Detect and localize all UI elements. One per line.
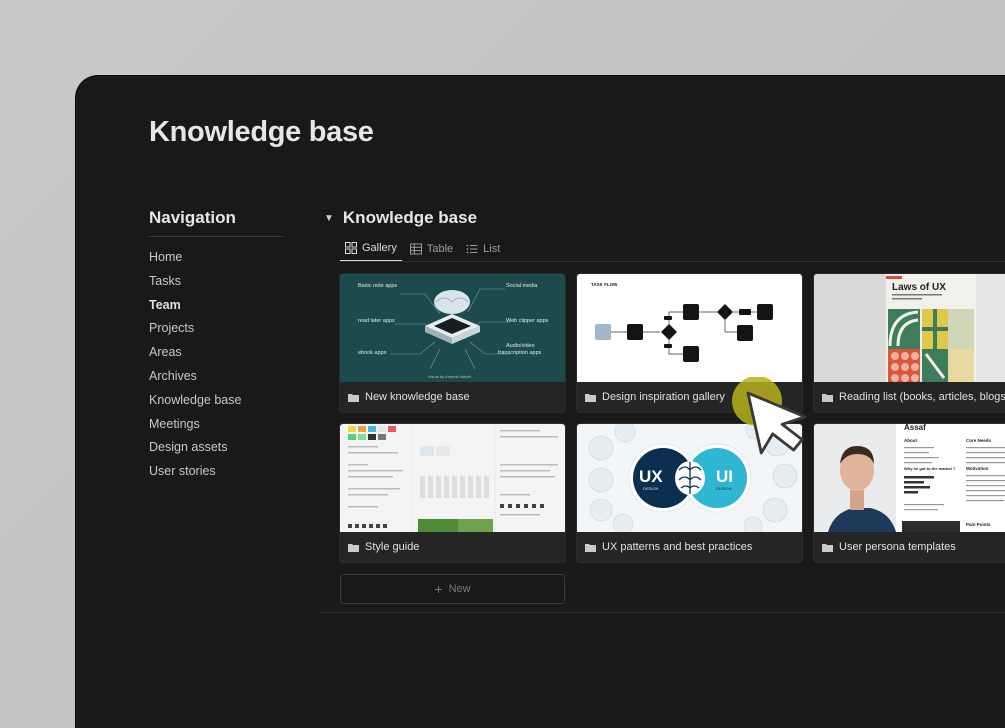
- gallery-card-new-knowledge-base[interactable]: Basic note apps Social media read later …: [340, 274, 565, 412]
- plus-icon: +: [434, 581, 443, 597]
- persona-name: Assaf: [904, 424, 926, 432]
- table-icon: [409, 243, 422, 255]
- card-thumbnail: UX DESIGN UI DESIGN: [577, 424, 802, 532]
- nav-item-tasks[interactable]: Tasks: [149, 270, 241, 294]
- card-title: User persona templates: [839, 541, 956, 553]
- nav-item-home[interactable]: Home: [149, 246, 241, 270]
- new-entry-button[interactable]: + New: [340, 574, 565, 604]
- card-title: UX patterns and best practices: [602, 541, 753, 553]
- card-title: New knowledge base: [365, 391, 470, 403]
- card-thumbnail: [340, 424, 565, 532]
- gallery-card-style-guide[interactable]: Style guide: [340, 424, 565, 562]
- navigation-divider: [149, 236, 284, 237]
- persona-about: About: [904, 438, 917, 443]
- nav-item-meetings[interactable]: Meetings: [149, 413, 241, 437]
- tab-gallery[interactable]: Gallery: [340, 236, 402, 262]
- thumb-label: Audio/video: [506, 343, 535, 349]
- thumb-label: read later apps: [358, 318, 395, 324]
- thumb-label: Basic note apps: [358, 283, 397, 289]
- ui-sublabel: DESIGN: [716, 486, 731, 491]
- tab-table[interactable]: Table: [405, 236, 458, 262]
- folder-icon: [348, 393, 359, 402]
- database-title[interactable]: Knowledge base: [343, 208, 477, 228]
- tab-gallery-label: Gallery: [362, 242, 397, 254]
- nav-item-team[interactable]: Team: [149, 294, 241, 318]
- persona-pain-points: Pain Points: [966, 522, 991, 527]
- card-thumbnail: Assaf About Core Needs Why he got to the…: [814, 424, 1005, 532]
- folder-icon: [585, 543, 596, 552]
- card-thumbnail: Basic note apps Social media read later …: [340, 274, 565, 382]
- thumb-label: transcription apps: [498, 350, 542, 356]
- book-title: Laws of UX: [892, 282, 946, 293]
- thumb-label: Social media: [506, 283, 538, 289]
- card-title: Reading list (books, articles, blogs): [839, 391, 1005, 403]
- navigation-heading: Navigation: [149, 208, 236, 227]
- nav-item-areas[interactable]: Areas: [149, 341, 241, 365]
- nav-item-design-assets[interactable]: Design assets: [149, 436, 241, 460]
- app-window: Knowledge base Navigation Home Tasks Tea…: [76, 76, 1005, 728]
- collapse-toggle-icon[interactable]: ▼: [324, 213, 334, 224]
- persona-core-needs: Core Needs: [966, 438, 992, 443]
- ux-sublabel: DESIGN: [643, 486, 658, 491]
- thumb-credit: Visual by Andrea Valtorti: [428, 374, 471, 379]
- ux-label: UX: [639, 467, 663, 486]
- nav-item-user-stories[interactable]: User stories: [149, 460, 241, 484]
- tabs-divider: [340, 261, 1005, 262]
- gallery-card-user-persona-templates[interactable]: Assaf About Core Needs Why he got to the…: [814, 424, 1005, 562]
- nav-item-projects[interactable]: Projects: [149, 317, 241, 341]
- tab-list-label: List: [483, 243, 501, 255]
- database-header: ▼ Knowledge base: [324, 208, 477, 228]
- view-tabs: Gallery Table List: [340, 236, 508, 262]
- persona-motivation: Motivation: [966, 466, 989, 471]
- page-title: Knowledge base: [149, 116, 374, 148]
- gallery-icon: [345, 242, 357, 254]
- card-thumbnail: Laws of UX: [814, 274, 1005, 382]
- database-bottom-divider: [320, 612, 1005, 613]
- nav-item-archives[interactable]: Archives: [149, 365, 241, 389]
- navigation-list: Home Tasks Team Projects Areas Archives …: [149, 246, 241, 484]
- list-icon: [466, 244, 478, 254]
- new-entry-label: New: [448, 583, 471, 595]
- folder-icon: [822, 543, 833, 552]
- thumb-label: ebook apps: [358, 350, 387, 356]
- folder-icon: [585, 393, 596, 402]
- thumb-label: Web clipper apps: [506, 318, 549, 324]
- card-thumbnail: TASK FLOW: [577, 274, 802, 382]
- gallery-card-ux-patterns[interactable]: UX DESIGN UI DESIGN UX patterns and best…: [577, 424, 802, 562]
- card-title: Design inspiration gallery: [602, 391, 725, 403]
- ui-label: UI: [716, 467, 733, 486]
- tab-table-label: Table: [426, 243, 454, 255]
- card-title: Style guide: [365, 541, 420, 553]
- nav-item-knowledge-base[interactable]: Knowledge base: [149, 389, 241, 413]
- thumb-heading: TASK FLOW: [591, 282, 618, 287]
- gallery-card-design-inspiration-gallery[interactable]: TASK FLOW Design inspiration gallery: [577, 274, 802, 412]
- folder-icon: [348, 543, 359, 552]
- tab-list[interactable]: List: [461, 236, 505, 262]
- gallery-card-reading-list[interactable]: Laws of UX Reading list (books, articles…: [814, 274, 1005, 412]
- folder-icon: [822, 393, 833, 402]
- persona-why: Why he got to the market ?: [904, 466, 956, 471]
